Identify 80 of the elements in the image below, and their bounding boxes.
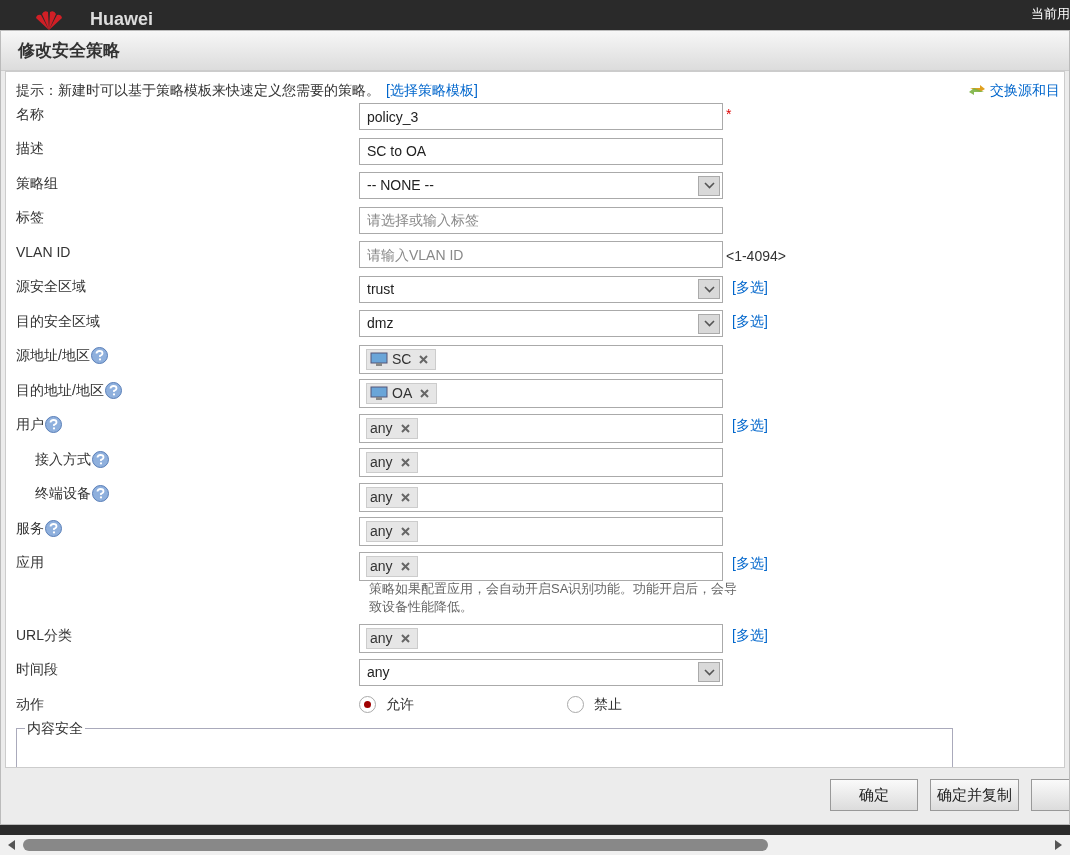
- input-field[interactable]: 请选择或输入标签: [359, 206, 723, 234]
- help-icon[interactable]: [92, 450, 109, 468]
- dialog-title: 修改安全策略: [18, 39, 120, 62]
- tag-chip: any: [366, 628, 418, 649]
- dialog-button[interactable]: 确定并复制: [930, 779, 1019, 811]
- tag-field[interactable]: any: [359, 413, 723, 443]
- remove-icon[interactable]: [400, 527, 410, 536]
- tag-chip: any: [366, 486, 418, 508]
- field-label: 服务: [16, 518, 44, 538]
- remove-icon[interactable]: [400, 423, 410, 433]
- scroll-right-icon[interactable]: [1055, 840, 1062, 850]
- tag-chip: any: [366, 521, 418, 542]
- multi-select-link[interactable]: [多选]: [732, 551, 768, 574]
- required-mark: *: [726, 105, 732, 124]
- field-label: 源地址/地区: [16, 346, 90, 365]
- help-icon[interactable]: [45, 519, 62, 537]
- radio-button[interactable]: [359, 695, 376, 713]
- field-label: 策略组: [16, 173, 58, 193]
- input-field[interactable]: SC to OA: [359, 137, 723, 165]
- dropdown[interactable]: -- NONE --: [359, 172, 723, 199]
- dropdown[interactable]: trust: [359, 275, 723, 303]
- tag-chip: SC: [366, 348, 437, 370]
- field-label: URL分类: [16, 625, 72, 645]
- field-label: 描述: [16, 139, 44, 158]
- field-label: 名称: [16, 104, 44, 124]
- tag-chip: any: [366, 555, 418, 577]
- remove-icon[interactable]: [419, 354, 429, 364]
- field-label: 动作: [16, 694, 44, 714]
- tag-chip: any: [366, 417, 418, 439]
- help-icon[interactable]: [104, 381, 122, 399]
- remove-icon[interactable]: [400, 634, 410, 643]
- field-label: VLAN ID: [16, 242, 71, 262]
- field-label: 目的安全区域: [16, 311, 100, 331]
- scroll-left-icon[interactable]: [8, 840, 15, 850]
- swap-link[interactable]: 交换源和目: [990, 79, 1060, 101]
- field-label: 应用: [16, 553, 44, 572]
- dialog-button[interactable]: 确定: [830, 779, 918, 811]
- remove-icon[interactable]: [400, 561, 410, 571]
- dropdown[interactable]: dmz: [359, 310, 723, 337]
- horizontal-scrollbar[interactable]: [0, 835, 1070, 855]
- tag-field[interactable]: SC: [359, 344, 723, 374]
- radio-label: 禁止: [594, 694, 622, 714]
- tag-field[interactable]: any: [359, 624, 723, 653]
- current-user-label: 当前用: [1031, 5, 1070, 23]
- field-label: 目的地址/地区: [16, 380, 104, 400]
- swap-icon[interactable]: [968, 83, 986, 97]
- multi-select-link[interactable]: [多选]: [732, 310, 768, 332]
- field-label: 标签: [16, 208, 44, 227]
- input-field[interactable]: 请输入VLAN ID: [359, 241, 723, 268]
- tag-field[interactable]: any: [359, 517, 723, 546]
- dropdown[interactable]: any: [359, 658, 723, 686]
- remove-icon[interactable]: [400, 458, 410, 467]
- tag-field[interactable]: any: [359, 482, 723, 512]
- field-label: 源安全区域: [16, 277, 86, 296]
- field-label: 终端设备: [35, 484, 91, 503]
- multi-select-link[interactable]: [多选]: [732, 413, 768, 436]
- tag-field[interactable]: OA: [359, 379, 723, 408]
- help-icon[interactable]: [92, 485, 109, 502]
- note-text: 策略如果配置应用，会自动开启SA识别功能。功能开启后，会导致设备性能降低。: [369, 580, 739, 616]
- radio-label: 允许: [386, 694, 414, 714]
- tag-chip: any: [366, 452, 418, 473]
- range-hint: <1-4094>: [726, 247, 786, 266]
- multi-select-link[interactable]: [多选]: [732, 624, 768, 646]
- template-link[interactable]: [选择策略模板]: [386, 79, 478, 101]
- input-field[interactable]: policy_3: [359, 103, 723, 130]
- help-icon[interactable]: [90, 347, 108, 364]
- tag-field[interactable]: any: [359, 551, 723, 581]
- remove-icon[interactable]: [400, 492, 410, 502]
- tag-field[interactable]: any: [359, 448, 723, 477]
- field-label: 接入方式: [35, 449, 91, 469]
- hint-text: 提示：新建时可以基于策略模板来快速定义您需要的策略。: [16, 80, 380, 100]
- help-icon[interactable]: [45, 416, 62, 433]
- multi-select-link[interactable]: [多选]: [732, 275, 768, 298]
- remove-icon[interactable]: [420, 389, 430, 398]
- tag-chip: OA: [366, 383, 438, 404]
- brand-name: Huawei: [90, 8, 154, 30]
- field-label: 用户: [16, 415, 44, 434]
- cut-off-button[interactable]: [1031, 779, 1069, 811]
- radio-button[interactable]: [567, 695, 584, 713]
- field-label: 时间段: [16, 660, 58, 679]
